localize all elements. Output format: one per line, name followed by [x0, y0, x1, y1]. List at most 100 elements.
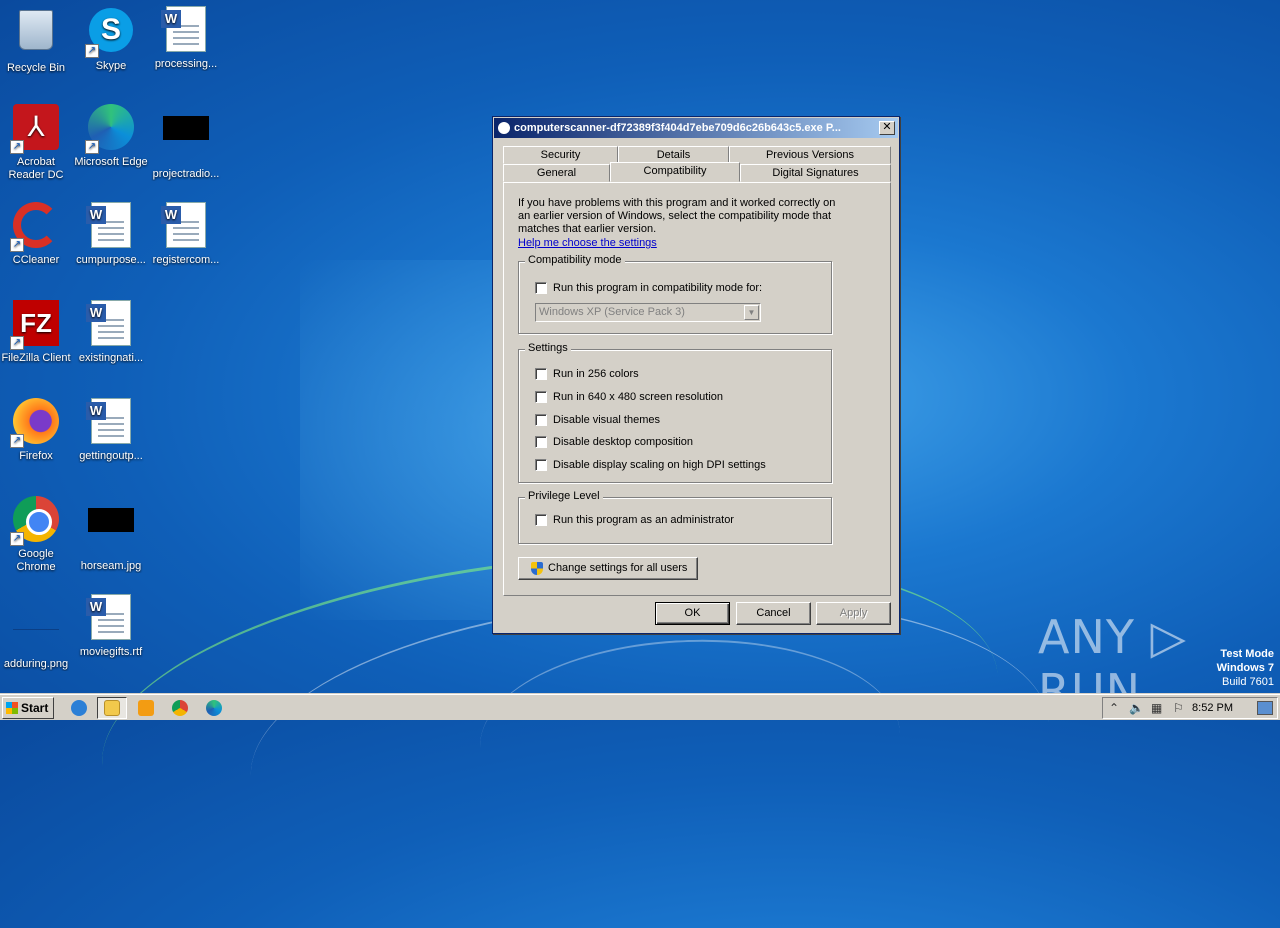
- tab-digital-signatures[interactable]: Digital Signatures: [740, 164, 891, 182]
- system-info: Test Mode Windows 7 Build 7601: [1217, 647, 1274, 689]
- desktop-icon-label: Firefox: [19, 450, 53, 462]
- desktop-icon-label: Recycle Bin: [6, 62, 66, 74]
- checkbox-label: Disable visual themes: [553, 414, 660, 426]
- filezilla-icon: FZ ↗: [10, 300, 60, 350]
- word-document-icon: W: [161, 202, 210, 250]
- desktop-icon-horseam-jpg[interactable]: horseam.jpg: [73, 496, 149, 573]
- edge-icon: [206, 700, 222, 717]
- desktop-icon-cumpurpose[interactable]: W cumpurpose...: [73, 202, 149, 267]
- option-disable-desktop-composition[interactable]: Disable desktop composition: [535, 436, 693, 450]
- recycle-bin-icon: [12, 10, 60, 58]
- desktop-icon-label: registercom...: [152, 254, 220, 266]
- checkbox-box[interactable]: [535, 391, 547, 404]
- checkbox-box[interactable]: [535, 282, 547, 295]
- tab-general[interactable]: General: [503, 164, 610, 182]
- desktop-icon-processing[interactable]: W processing...: [148, 6, 224, 71]
- ok-button[interactable]: OK: [655, 602, 730, 625]
- taskbar-ie[interactable]: [64, 697, 94, 719]
- option-640x480[interactable]: Run in 640 x 480 screen resolution: [535, 391, 723, 405]
- checkbox-box[interactable]: [535, 436, 547, 449]
- acrobat-icon: ⅄ ↗: [10, 104, 60, 154]
- run-as-admin-checkbox[interactable]: Run this program as an administrator: [535, 514, 734, 528]
- build-label: Build 7601: [1222, 676, 1274, 688]
- desktop-icon-acrobat[interactable]: ⅄ ↗ Acrobat Reader DC: [0, 104, 74, 182]
- intro-text: If you have problems with this program a…: [518, 197, 836, 235]
- option-disable-visual-themes[interactable]: Disable visual themes: [535, 414, 660, 428]
- word-document-icon: W: [86, 398, 135, 446]
- group-legend: Settings: [525, 342, 571, 354]
- desktop-icon-label: cumpurpose...: [76, 254, 146, 266]
- group-legend: Privilege Level: [525, 490, 603, 502]
- chevron-down-icon[interactable]: ▼: [744, 305, 759, 320]
- desktop-icon-filezilla[interactable]: FZ ↗ FileZilla Client: [0, 300, 74, 365]
- firefox-icon: ↗: [10, 398, 60, 448]
- group-legend: Compatibility mode: [525, 254, 625, 266]
- taskbar-edge[interactable]: [199, 697, 229, 719]
- desktop-icon-label: gettingoutp...: [79, 450, 143, 462]
- desktop-icon-existingnati[interactable]: W existingnati...: [73, 300, 149, 365]
- cancel-button[interactable]: Cancel: [736, 602, 811, 625]
- close-button[interactable]: ✕: [879, 121, 895, 135]
- option-256-colors[interactable]: Run in 256 colors: [535, 368, 639, 382]
- desktop-icon-label: Skype: [95, 60, 127, 72]
- ie-icon: [71, 700, 87, 717]
- desktop-icon-adduring-png[interactable]: adduring.png: [0, 594, 74, 671]
- dialog-titlebar[interactable]: computerscanner-df72389f3f404d7ebe709d6c…: [494, 118, 898, 138]
- button-label: Change settings for all users: [548, 562, 688, 574]
- word-document-icon: W: [86, 202, 135, 250]
- show-desktop-icon[interactable]: [1257, 701, 1273, 715]
- checkbox-box[interactable]: [535, 368, 547, 381]
- properties-dialog: computerscanner-df72389f3f404d7ebe709d6c…: [492, 116, 900, 634]
- settings-group: Settings Run in 256 colors Run in 640 x …: [518, 342, 832, 483]
- desktop-icon-firefox[interactable]: ↗ Firefox: [0, 398, 74, 463]
- taskbar-chrome[interactable]: [165, 697, 195, 719]
- show-hidden-icons-icon[interactable]: ⌃: [1109, 701, 1119, 715]
- checkbox-label: Disable desktop composition: [553, 436, 694, 448]
- taskbar-media-player[interactable]: [131, 697, 161, 719]
- tab-compatibility[interactable]: Compatibility: [610, 162, 740, 182]
- desktop-icon-edge[interactable]: ↗ Microsoft Edge: [73, 104, 149, 169]
- desktop-icon-label: CCleaner: [12, 254, 60, 266]
- uac-shield-icon: [531, 561, 543, 575]
- compat-mode-checkbox[interactable]: Run this program in compatibility mode f…: [535, 282, 762, 296]
- checkbox-box[interactable]: [535, 459, 547, 472]
- desktop-icon-skype[interactable]: S ↗ Skype: [73, 6, 149, 73]
- compat-mode-select[interactable]: Windows XP (Service Pack 3) ▼: [535, 303, 761, 322]
- desktop-icon-label: projectradio...: [152, 168, 220, 180]
- taskbar-explorer[interactable]: [97, 697, 127, 719]
- tab-security[interactable]: Security: [503, 146, 618, 164]
- tab-previous-versions[interactable]: Previous Versions: [729, 146, 891, 164]
- option-disable-dpi-scaling[interactable]: Disable display scaling on high DPI sett…: [535, 459, 766, 473]
- edge-icon: ↗: [85, 104, 135, 154]
- start-label: Start: [21, 701, 49, 715]
- desktop-icon-gettingoutp[interactable]: W gettingoutp...: [73, 398, 149, 463]
- desktop-icon-label: FileZilla Client: [1, 352, 71, 364]
- checkbox-label: Run in 256 colors: [553, 368, 639, 380]
- desktop-icon-projectradio[interactable]: projectradio...: [148, 104, 224, 181]
- checkbox-box[interactable]: [535, 514, 547, 527]
- apply-button[interactable]: Apply: [816, 602, 891, 625]
- change-settings-all-users-button[interactable]: Change settings for all users: [518, 557, 698, 580]
- desktop-icon-ccleaner[interactable]: ↗ CCleaner: [0, 202, 74, 267]
- desktop-icon-chrome[interactable]: ↗ Google Chrome: [0, 496, 74, 574]
- desktop-icon-label: Acrobat Reader DC: [8, 156, 64, 181]
- start-button[interactable]: Start: [2, 697, 54, 719]
- clock[interactable]: 8:52 PM: [1192, 702, 1233, 714]
- desktop-icon-label: adduring.png: [3, 658, 69, 670]
- checkbox-box[interactable]: [535, 414, 547, 427]
- test-mode-label: Test Mode: [1220, 648, 1274, 660]
- desktop-icon-moviegifts[interactable]: W moviegifts.rtf: [73, 594, 149, 659]
- help-link[interactable]: Help me choose the settings: [518, 237, 657, 249]
- windows-logo-icon: [6, 702, 18, 714]
- checkbox-label: Run this program as an administrator: [553, 514, 734, 526]
- desktop-icon-recycle-bin[interactable]: Recycle Bin: [0, 6, 74, 75]
- image-file-icon: [87, 508, 135, 556]
- media-player-icon: [138, 700, 154, 717]
- network-icon[interactable]: ▦: [1151, 701, 1162, 715]
- word-document-icon: W: [161, 6, 210, 54]
- volume-icon[interactable]: 🔈: [1129, 701, 1144, 715]
- action-center-flag-icon[interactable]: ⚐: [1173, 701, 1184, 715]
- desktop-icon-label: moviegifts.rtf: [79, 646, 143, 658]
- desktop-icon-registercom[interactable]: W registercom...: [148, 202, 224, 267]
- taskbar: Start ⌃ 🔈 ▦ ⚐ 8:52 PM: [0, 694, 1280, 720]
